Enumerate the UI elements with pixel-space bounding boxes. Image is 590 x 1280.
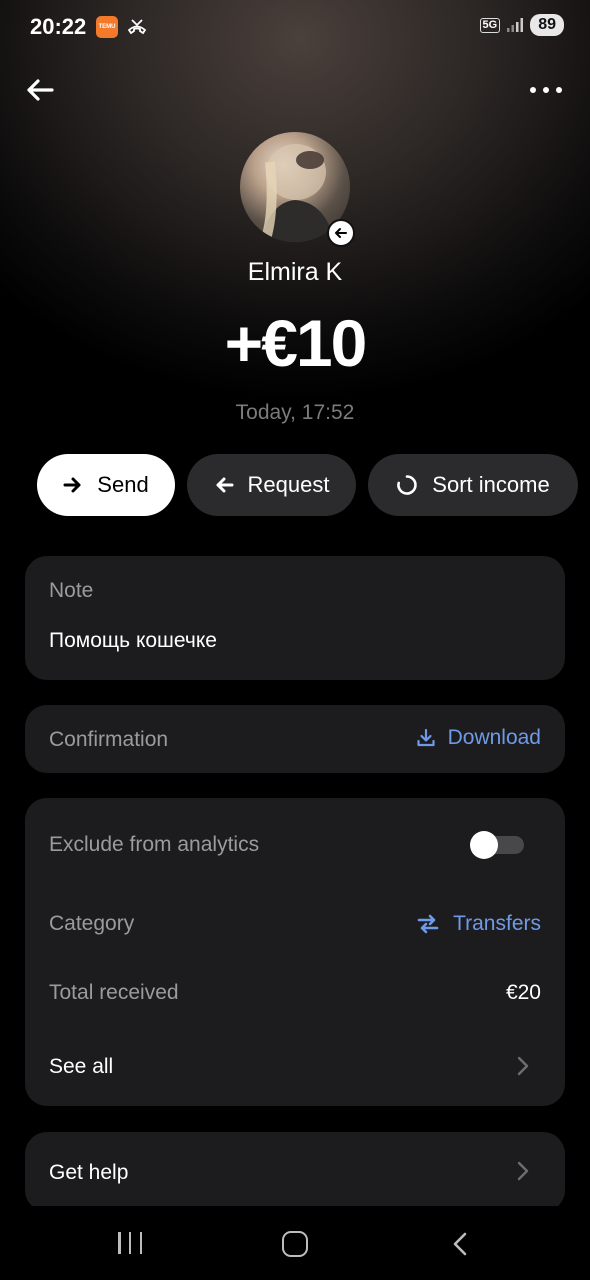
chevron-right-icon[interactable] [517,1056,529,1076]
chevron-right-icon [517,1161,529,1181]
get-help-row[interactable]: Get help [25,1132,565,1212]
status-system-icons: 5G 89 [479,14,564,36]
note-value: Помощь кошечке [49,629,217,652]
see-all-link[interactable]: See all [49,1055,113,1079]
arrow-right-icon [63,477,81,493]
confirmation-card: Confirmation Download [25,705,565,773]
toggle-knob [470,831,498,859]
confirmation-label: Confirmation [49,728,169,751]
system-navigation-bar [0,1206,590,1280]
status-time: 20:22 [30,14,87,39]
status-notification-icons: TEMU [96,16,148,38]
sort-income-label: Sort income [432,472,550,497]
total-received-label: Total received [49,981,179,1004]
transfer-arrows-icon [417,914,439,934]
transaction-amount: +€10 [224,306,368,380]
download-button[interactable]: Download [416,726,541,750]
category-value: Transfers [453,912,541,935]
missed-call-icon [127,19,147,35]
details-card: Exclude from analytics Category Transfer… [25,798,565,1106]
incoming-badge [327,219,355,247]
send-button[interactable]: Send [37,454,175,516]
battery-indicator: 89 [530,14,564,36]
sort-income-button[interactable]: Sort income [368,454,578,516]
download-label: Download [447,726,541,749]
arrow-left-icon [27,79,54,101]
exclude-analytics-label: Exclude from analytics [49,833,260,856]
send-label: Send [97,472,149,497]
back-button[interactable] [22,72,58,108]
request-label: Request [247,472,330,497]
recent-apps-button[interactable] [118,1232,142,1256]
temu-app-icon: TEMU [96,16,118,38]
signal-icon [507,18,524,32]
more-horizontal-icon [530,87,536,93]
home-button[interactable] [282,1231,308,1257]
category-label: Category [49,912,135,935]
transaction-date: Today, 17:52 [235,401,355,424]
download-icon [416,728,435,747]
nav-back-button[interactable] [450,1232,470,1256]
total-received-value: €20 [505,981,541,1004]
request-button[interactable]: Request [187,454,356,516]
note-label: Note [49,579,94,602]
more-options-button[interactable] [530,78,562,102]
contact-name: Elmira K [247,258,343,286]
arrow-left-icon [335,228,347,238]
get-help-label: Get help [49,1161,129,1184]
refresh-icon [397,475,418,495]
category-selector[interactable]: Transfers [417,912,541,936]
exclude-analytics-toggle[interactable] [470,831,524,859]
note-card[interactable]: Note Помощь кошечке [25,556,565,680]
arrow-left-icon [216,477,234,493]
network-type-icon: 5G [479,17,501,33]
